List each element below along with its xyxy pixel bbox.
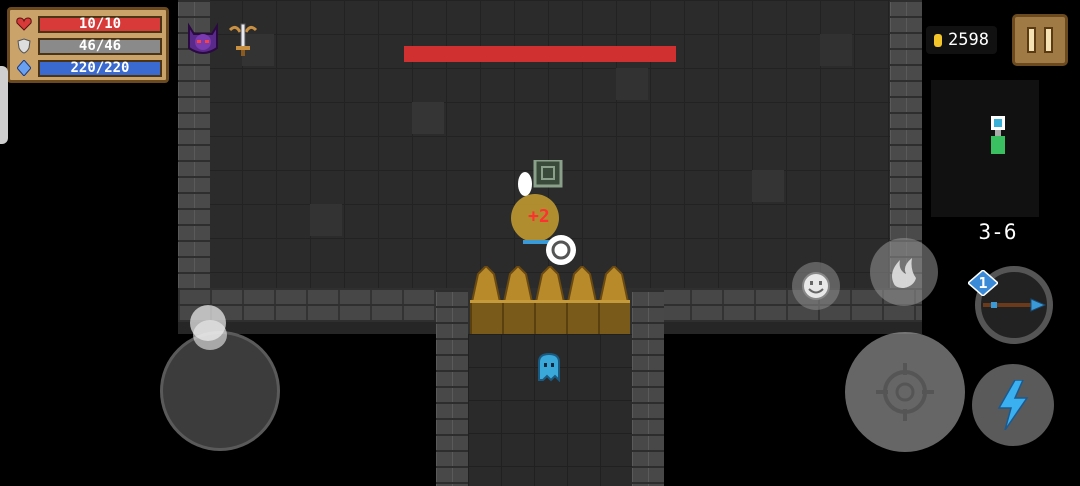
dual-wield-skill-icon (892, 258, 916, 288)
shield-icon (14, 37, 34, 55)
energy-bar: 220/220 (38, 59, 162, 77)
ghost-enemy (538, 352, 560, 382)
movement-joystick[interactable] (160, 331, 280, 451)
player-character (511, 160, 576, 265)
spike-icon (470, 266, 502, 302)
stats-panel: 10/10 46/46 220/220 (7, 7, 169, 83)
weapon-energy-cost: 1 (968, 270, 998, 296)
lightning-icon (997, 380, 1029, 430)
spike-icon (502, 266, 534, 302)
heart-icon (14, 15, 34, 33)
floor-tile (412, 102, 444, 134)
floor-tile (820, 34, 852, 66)
corridor-left-wall (436, 290, 468, 486)
hp-bar: 10/10 (38, 15, 162, 33)
minimap-current-room (991, 116, 1005, 130)
minimap[interactable] (931, 80, 1039, 217)
sword-buff-icon (228, 23, 258, 56)
damage-popup: +2 (528, 206, 550, 227)
floor-tile (616, 68, 648, 100)
floor-tile (310, 204, 342, 236)
corridor-right-wall (632, 290, 664, 486)
emote-button[interactable] (792, 262, 840, 310)
gate-base (470, 300, 630, 334)
energy-row: 220/220 (14, 57, 162, 79)
spike-gate (470, 266, 630, 334)
pause-icon (1027, 27, 1036, 53)
coin-icon (934, 33, 942, 47)
side-drawer-tab[interactable] (0, 66, 8, 144)
boss-health-bar (404, 46, 676, 62)
coin-amount: 2598 (948, 30, 989, 50)
crosshair-icon (876, 363, 934, 421)
lightning-skill-button[interactable] (972, 364, 1054, 446)
floor-tile (752, 170, 784, 202)
spike-icon (534, 266, 566, 302)
attack-button[interactable] (845, 332, 965, 452)
level-indicator: 3-6 (978, 220, 1017, 244)
demon-helmet-icon (188, 22, 218, 54)
hp-row: 10/10 (14, 13, 162, 35)
armor-bar: 46/46 (38, 37, 162, 55)
skill-button[interactable] (870, 238, 938, 306)
energy-crystal-icon (14, 59, 34, 77)
pause-button[interactable] (1012, 14, 1068, 66)
weapon-energy-cost-value: 1 (978, 274, 988, 292)
minimap-room (991, 136, 1005, 154)
coin-counter: 2598 (926, 26, 997, 54)
smiley-icon (802, 272, 830, 300)
armor-row: 46/46 (14, 35, 162, 57)
joystick-knob-trail (193, 320, 227, 350)
spike-icon (598, 266, 630, 302)
spike-icon (566, 266, 598, 302)
